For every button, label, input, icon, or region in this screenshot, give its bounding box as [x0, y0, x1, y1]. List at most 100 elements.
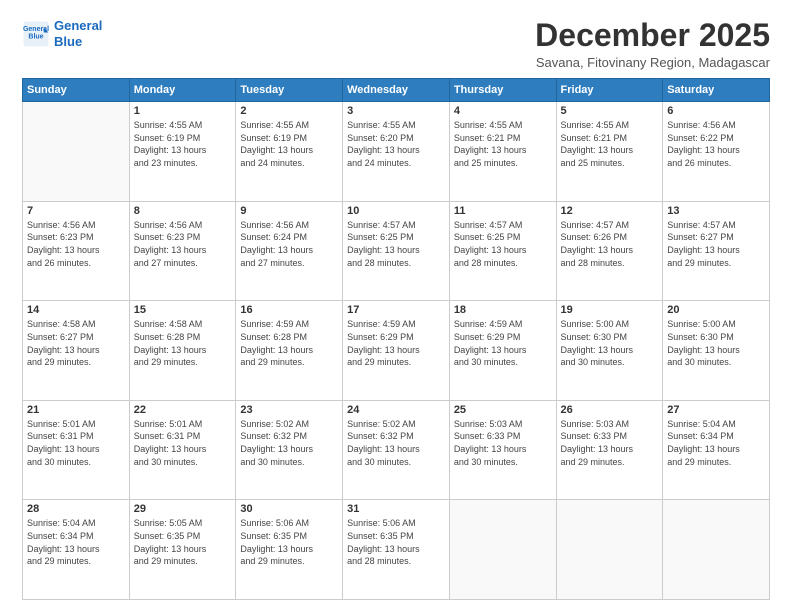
calendar-cell: 26 Sunrise: 5:03 AM Sunset: 6:33 PM Dayli… — [556, 400, 663, 500]
calendar-day-header: Monday — [129, 79, 236, 102]
day-number: 20 — [667, 304, 765, 316]
logo-text-general: General — [54, 18, 102, 34]
calendar-week-row: 7 Sunrise: 4:56 AM Sunset: 6:23 PM Daylig… — [23, 201, 770, 301]
header: General Blue General Blue December 2025 … — [22, 18, 770, 70]
calendar-cell: 20Sunrise: 5:00 AM Sunset: 6:30 PM Dayli… — [663, 301, 770, 401]
calendar-cell — [556, 500, 663, 600]
day-number: 11 — [454, 205, 552, 217]
day-detail: Sunrise: 4:55 AM Sunset: 6:21 PM Dayligh… — [561, 119, 659, 169]
calendar-day-header: Friday — [556, 79, 663, 102]
day-detail: Sunrise: 4:56 AM Sunset: 6:22 PM Dayligh… — [667, 119, 765, 169]
day-detail: Sunrise: 4:56 AM Sunset: 6:24 PM Dayligh… — [240, 219, 338, 269]
day-number: 5 — [561, 105, 659, 117]
day-number: 15 — [134, 304, 232, 316]
logo: General Blue General Blue — [22, 18, 102, 49]
day-number: 28 — [27, 503, 125, 515]
day-detail: Sunrise: 5:00 AM Sunset: 6:30 PM Dayligh… — [561, 318, 659, 368]
day-detail: Sunrise: 5:01 AM Sunset: 6:31 PM Dayligh… — [27, 418, 125, 468]
calendar-cell: 14 Sunrise: 4:58 AM Sunset: 6:27 PM Dayli… — [23, 301, 130, 401]
calendar-cell: 2Sunrise: 4:55 AM Sunset: 6:19 PM Daylig… — [236, 102, 343, 202]
month-title: December 2025 — [535, 18, 770, 53]
day-number: 12 — [561, 205, 659, 217]
logo-text-blue: Blue — [54, 34, 102, 50]
calendar-day-header: Saturday — [663, 79, 770, 102]
calendar-cell: 4Sunrise: 4:55 AM Sunset: 6:21 PM Daylig… — [449, 102, 556, 202]
calendar-cell: 16Sunrise: 4:59 AM Sunset: 6:28 PM Dayli… — [236, 301, 343, 401]
calendar-cell: 9 Sunrise: 4:56 AM Sunset: 6:24 PM Daylig… — [236, 201, 343, 301]
calendar-cell: 31 Sunrise: 5:06 AM Sunset: 6:35 PM Dayli… — [343, 500, 450, 600]
day-number: 29 — [134, 503, 232, 515]
day-detail: Sunrise: 5:03 AM Sunset: 6:33 PM Dayligh… — [561, 418, 659, 468]
calendar-day-header: Wednesday — [343, 79, 450, 102]
day-number: 3 — [347, 105, 445, 117]
day-number: 25 — [454, 404, 552, 416]
day-number: 30 — [240, 503, 338, 515]
day-detail: Sunrise: 5:05 AM Sunset: 6:35 PM Dayligh… — [134, 517, 232, 567]
calendar-cell: 1Sunrise: 4:55 AM Sunset: 6:19 PM Daylig… — [129, 102, 236, 202]
calendar-cell: 18 Sunrise: 4:59 AM Sunset: 6:29 PM Dayli… — [449, 301, 556, 401]
calendar-cell — [23, 102, 130, 202]
day-number: 23 — [240, 404, 338, 416]
day-detail: Sunrise: 5:02 AM Sunset: 6:32 PM Dayligh… — [240, 418, 338, 468]
day-detail: Sunrise: 5:01 AM Sunset: 6:31 PM Dayligh… — [134, 418, 232, 468]
calendar-cell — [449, 500, 556, 600]
calendar-cell: 28 Sunrise: 5:04 AM Sunset: 6:34 PM Dayli… — [23, 500, 130, 600]
day-number: 7 — [27, 205, 125, 217]
day-number: 26 — [561, 404, 659, 416]
calendar-week-row: 28 Sunrise: 5:04 AM Sunset: 6:34 PM Dayli… — [23, 500, 770, 600]
day-detail: Sunrise: 5:04 AM Sunset: 6:34 PM Dayligh… — [27, 517, 125, 567]
calendar-cell: 27 Sunrise: 5:04 AM Sunset: 6:34 PM Dayli… — [663, 400, 770, 500]
day-number: 27 — [667, 404, 765, 416]
calendar-cell: 30Sunrise: 5:06 AM Sunset: 6:35 PM Dayli… — [236, 500, 343, 600]
day-detail: Sunrise: 4:57 AM Sunset: 6:27 PM Dayligh… — [667, 219, 765, 269]
day-detail: Sunrise: 4:55 AM Sunset: 6:20 PM Dayligh… — [347, 119, 445, 169]
calendar-day-header: Sunday — [23, 79, 130, 102]
calendar-week-row: 14 Sunrise: 4:58 AM Sunset: 6:27 PM Dayli… — [23, 301, 770, 401]
day-detail: Sunrise: 5:04 AM Sunset: 6:34 PM Dayligh… — [667, 418, 765, 468]
day-detail: Sunrise: 4:55 AM Sunset: 6:19 PM Dayligh… — [240, 119, 338, 169]
day-detail: Sunrise: 4:57 AM Sunset: 6:25 PM Dayligh… — [347, 219, 445, 269]
day-detail: Sunrise: 4:56 AM Sunset: 6:23 PM Dayligh… — [27, 219, 125, 269]
day-number: 31 — [347, 503, 445, 515]
calendar-cell: 10 Sunrise: 4:57 AM Sunset: 6:25 PM Dayli… — [343, 201, 450, 301]
day-detail: Sunrise: 5:03 AM Sunset: 6:33 PM Dayligh… — [454, 418, 552, 468]
day-detail: Sunrise: 4:58 AM Sunset: 6:27 PM Dayligh… — [27, 318, 125, 368]
day-detail: Sunrise: 4:57 AM Sunset: 6:26 PM Dayligh… — [561, 219, 659, 269]
calendar-cell: 13 Sunrise: 4:57 AM Sunset: 6:27 PM Dayli… — [663, 201, 770, 301]
calendar-cell: 17Sunrise: 4:59 AM Sunset: 6:29 PM Dayli… — [343, 301, 450, 401]
title-block: December 2025 Savana, Fitovinany Region,… — [535, 18, 770, 70]
calendar-cell: 7 Sunrise: 4:56 AM Sunset: 6:23 PM Daylig… — [23, 201, 130, 301]
calendar-day-header: Tuesday — [236, 79, 343, 102]
day-number: 18 — [454, 304, 552, 316]
day-detail: Sunrise: 4:57 AM Sunset: 6:25 PM Dayligh… — [454, 219, 552, 269]
calendar-cell: 25 Sunrise: 5:03 AM Sunset: 6:33 PM Dayli… — [449, 400, 556, 500]
calendar-cell: 12 Sunrise: 4:57 AM Sunset: 6:26 PM Dayli… — [556, 201, 663, 301]
calendar-cell: 11 Sunrise: 4:57 AM Sunset: 6:25 PM Dayli… — [449, 201, 556, 301]
calendar-cell: 19Sunrise: 5:00 AM Sunset: 6:30 PM Dayli… — [556, 301, 663, 401]
calendar-table: SundayMondayTuesdayWednesdayThursdayFrid… — [22, 78, 770, 600]
day-detail: Sunrise: 5:06 AM Sunset: 6:35 PM Dayligh… — [347, 517, 445, 567]
day-detail: Sunrise: 4:56 AM Sunset: 6:23 PM Dayligh… — [134, 219, 232, 269]
calendar-day-header: Thursday — [449, 79, 556, 102]
day-number: 21 — [27, 404, 125, 416]
day-number: 9 — [240, 205, 338, 217]
day-number: 14 — [27, 304, 125, 316]
page: General Blue General Blue December 2025 … — [0, 0, 792, 612]
calendar-cell: 5 Sunrise: 4:55 AM Sunset: 6:21 PM Daylig… — [556, 102, 663, 202]
calendar-cell: 8 Sunrise: 4:56 AM Sunset: 6:23 PM Daylig… — [129, 201, 236, 301]
day-number: 13 — [667, 205, 765, 217]
day-number: 24 — [347, 404, 445, 416]
calendar-week-row: 1Sunrise: 4:55 AM Sunset: 6:19 PM Daylig… — [23, 102, 770, 202]
day-number: 10 — [347, 205, 445, 217]
day-detail: Sunrise: 4:59 AM Sunset: 6:29 PM Dayligh… — [347, 318, 445, 368]
day-number: 8 — [134, 205, 232, 217]
calendar-header-row: SundayMondayTuesdayWednesdayThursdayFrid… — [23, 79, 770, 102]
day-number: 6 — [667, 105, 765, 117]
calendar-cell: 22Sunrise: 5:01 AM Sunset: 6:31 PM Dayli… — [129, 400, 236, 500]
day-number: 4 — [454, 105, 552, 117]
day-detail: Sunrise: 4:59 AM Sunset: 6:29 PM Dayligh… — [454, 318, 552, 368]
calendar-cell: 6 Sunrise: 4:56 AM Sunset: 6:22 PM Daylig… — [663, 102, 770, 202]
calendar-cell: 24Sunrise: 5:02 AM Sunset: 6:32 PM Dayli… — [343, 400, 450, 500]
day-detail: Sunrise: 4:59 AM Sunset: 6:28 PM Dayligh… — [240, 318, 338, 368]
calendar-cell — [663, 500, 770, 600]
